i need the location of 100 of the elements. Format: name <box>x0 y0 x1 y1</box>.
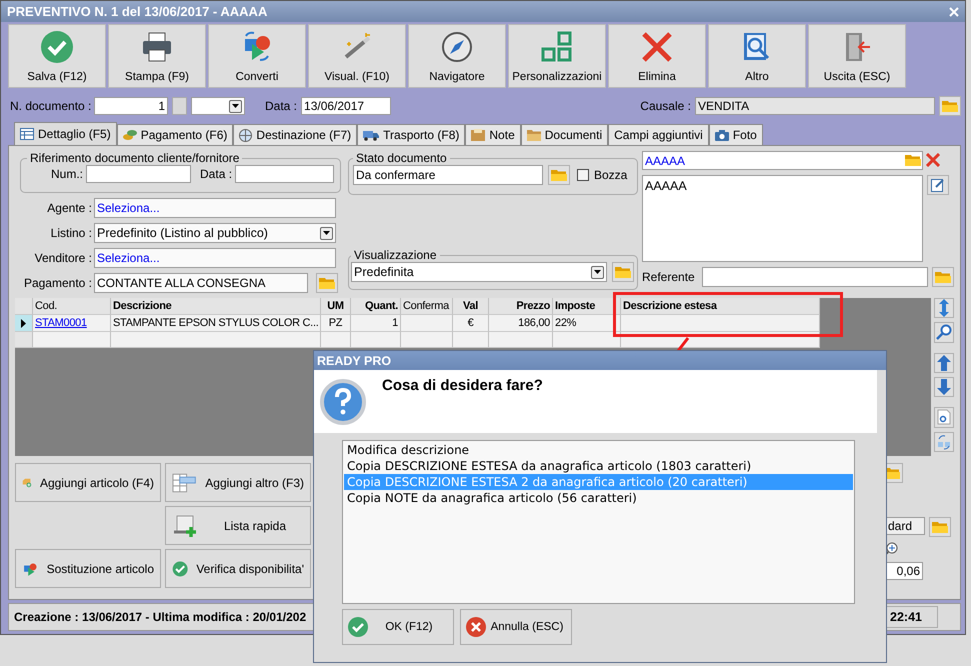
row-header-cell[interactable] <box>15 315 33 332</box>
number-field[interactable] <box>86 165 192 183</box>
date-field[interactable] <box>235 165 334 183</box>
table-cell <box>553 332 621 348</box>
move-up-button[interactable] <box>934 352 954 373</box>
folder-icon <box>551 169 567 181</box>
status-field[interactable]: Da confermare <box>353 165 543 185</box>
toolbar-button[interactable]: Stampa (F9) <box>108 24 206 88</box>
folder-icon <box>942 100 958 112</box>
close-icon[interactable] <box>926 153 940 167</box>
up-down-arrow-icon <box>939 299 949 318</box>
folder-button[interactable] <box>612 262 634 282</box>
tab[interactable]: Foto <box>708 124 763 145</box>
list-option[interactable]: Modifica descrizione <box>344 442 853 458</box>
field-label: Causale : <box>640 99 691 113</box>
table-cell <box>321 332 351 348</box>
row-header-cell[interactable] <box>15 332 33 348</box>
table-icon <box>20 128 34 140</box>
coins-icon <box>122 129 137 141</box>
edit-icon <box>931 178 945 192</box>
status-text: Creazione : 13/06/2017 - Ultima modifica : 20/01/202 <box>14 610 306 624</box>
causale-field[interactable]: VENDITA <box>695 97 935 115</box>
group-title: Stato documento <box>355 151 448 165</box>
document-gear-icon <box>937 409 951 426</box>
folder-icon <box>932 521 948 533</box>
edit-button[interactable] <box>927 175 949 195</box>
address-box[interactable]: AAAAA <box>642 175 923 262</box>
folder-button[interactable] <box>932 267 954 287</box>
field-label: Agente : <box>46 201 92 215</box>
dialog-question: Cosa di desidera fare? <box>382 377 543 394</box>
toolbar-button[interactable]: Visual. (F10) <box>308 24 406 88</box>
customer-field[interactable]: AAAAA <box>642 151 923 170</box>
list-option[interactable]: Copia DESCRIZIONE ESTESA da anagrafica articolo (1803 caratteri) <box>344 458 853 474</box>
document-number-field[interactable]: 1 <box>94 97 168 115</box>
toolbar-button[interactable]: Uscita (ESC) <box>808 24 906 88</box>
tab[interactable]: Pagamento (F6) <box>116 124 234 145</box>
search-icon <box>936 324 952 340</box>
contact-field[interactable] <box>702 267 928 287</box>
dialog-button[interactable]: Annulla (ESC) <box>460 609 572 645</box>
toolbar-button[interactable]: Navigatore <box>408 24 506 88</box>
delete-icon <box>640 30 674 64</box>
action-button[interactable]: Sostituzione articolo <box>15 549 161 588</box>
field-label: Num.: <box>51 167 84 181</box>
document-button[interactable] <box>934 407 954 428</box>
folder-button[interactable] <box>929 517 951 537</box>
tab[interactable]: Campi aggiuntivi <box>608 124 709 145</box>
tab[interactable]: Trasporto (F8) <box>357 124 466 145</box>
swap-icon <box>936 434 952 450</box>
dialog-button[interactable]: OK (F12) <box>342 609 454 645</box>
text-field[interactable]: dard <box>885 517 925 535</box>
action-button[interactable]: Lista rapida <box>165 506 311 545</box>
draft-checkbox[interactable] <box>577 169 589 181</box>
field-label: Data : <box>200 167 232 181</box>
table-cell <box>453 332 489 348</box>
resize-button[interactable] <box>934 298 954 318</box>
toolbar-button[interactable]: Salva (F12) <box>8 24 106 88</box>
view-dropdown[interactable]: Predefinita <box>351 262 607 282</box>
date-field[interactable]: 13/06/2017 <box>301 97 392 115</box>
tab[interactable]: Documenti <box>520 124 608 145</box>
table-cell <box>401 332 453 348</box>
folder-button[interactable] <box>939 96 961 116</box>
toolbar-button[interactable]: Personalizzazioni <box>508 24 606 88</box>
select-field[interactable]: Seleziona... <box>94 198 336 218</box>
down-arrow-icon <box>937 379 951 396</box>
compass-icon <box>440 30 474 64</box>
caret-icon <box>594 270 601 274</box>
toolbar-button[interactable]: Converti <box>208 24 306 88</box>
toolbar-button[interactable]: Altro <box>708 24 806 88</box>
truck-icon <box>363 130 380 140</box>
caret-icon <box>323 231 330 235</box>
check-icon <box>40 30 74 64</box>
tab[interactable]: Note <box>465 124 521 145</box>
action-button[interactable]: Aggiungi articolo (F4) <box>15 463 161 502</box>
tab[interactable]: Destinazione (F7) <box>233 124 358 145</box>
list-option[interactable]: Copia NOTE da anagrafica articolo (56 caratteri) <box>344 490 853 506</box>
folder-icon <box>526 129 541 141</box>
question-icon <box>320 379 366 425</box>
folder-icon <box>319 277 335 289</box>
group-title: Visualizzazione <box>353 248 438 262</box>
action-button[interactable]: Aggiungi altro (F3) <box>165 463 311 502</box>
printer-icon <box>140 30 174 64</box>
folder-button[interactable] <box>548 165 570 185</box>
search-button[interactable] <box>934 322 954 343</box>
action-button[interactable]: Verifica disponibilita' <box>165 549 311 588</box>
move-down-button[interactable] <box>934 376 954 398</box>
series-dropdown[interactable] <box>191 97 245 115</box>
field-label: Data : <box>265 99 298 113</box>
tab[interactable]: Dettaglio (F5) <box>14 122 117 145</box>
folder-icon <box>615 266 631 278</box>
folder-button[interactable] <box>316 273 338 293</box>
select-field[interactable]: Seleziona... <box>94 248 336 268</box>
note-icon <box>471 129 486 141</box>
spin-button[interactable] <box>172 97 187 115</box>
toolbar-button[interactable]: Elimina <box>608 24 706 88</box>
caret-icon <box>232 104 239 108</box>
checkbox-label: Bozza <box>594 168 628 182</box>
payment-field[interactable]: CONTANTE ALLA CONSEGNA <box>94 273 308 293</box>
price-list-dropdown[interactable]: Predefinito (Listino al pubblico) <box>94 223 336 243</box>
camera-icon <box>714 130 729 140</box>
swap-button[interactable] <box>934 432 954 452</box>
